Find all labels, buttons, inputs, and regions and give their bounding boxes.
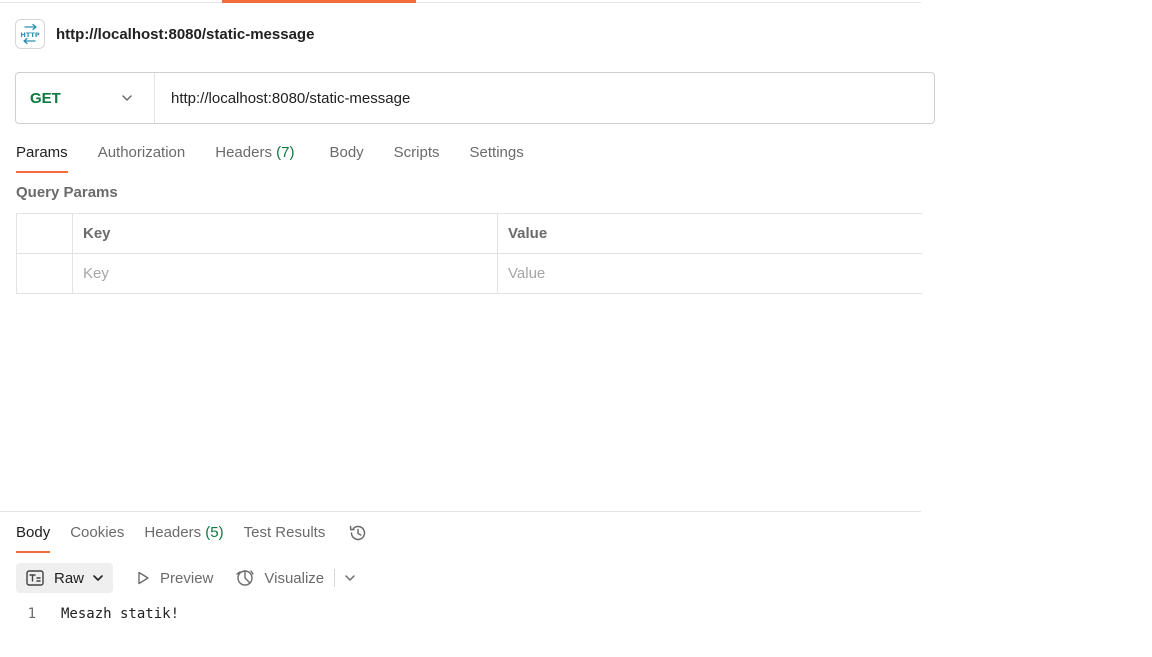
http-request-icon: HTTP	[15, 19, 45, 49]
response-divider[interactable]	[0, 511, 921, 512]
response-body-line: 1 Mesazh statik!	[16, 604, 179, 624]
value-cell	[497, 253, 922, 294]
tab-label: Test Results	[243, 524, 326, 541]
tab-params[interactable]: Params	[16, 139, 68, 173]
top-divider	[0, 2, 921, 3]
method-label: GET	[30, 89, 61, 107]
url-input[interactable]	[155, 73, 934, 123]
line-number: 1	[27, 606, 36, 622]
history-icon[interactable]	[347, 522, 369, 544]
tab-label: Headers	[215, 144, 272, 161]
visualize-icon	[236, 570, 255, 586]
tab-headers[interactable]: Headers (7)	[215, 139, 294, 173]
chevron-down-icon	[122, 95, 132, 101]
headers-count-badge: (7)	[276, 144, 295, 161]
more-options-button[interactable]	[343, 571, 357, 585]
table-header-row: Key Value	[16, 213, 922, 254]
request-tabs: Params Authorization Headers (7) Body Sc…	[16, 139, 554, 173]
line-text[interactable]: Mesazh statik!	[61, 606, 179, 622]
tab-label: Settings	[469, 144, 524, 161]
toolbar-divider	[334, 569, 336, 587]
tab-cookies[interactable]: Cookies	[70, 519, 124, 553]
row-checkbox-cell[interactable]	[16, 253, 73, 294]
tab-label: Cookies	[70, 524, 125, 541]
tab-authorization[interactable]: Authorization	[98, 139, 186, 173]
table-row	[16, 253, 922, 294]
format-select-button[interactable]: Raw	[16, 563, 114, 593]
tab-scripts[interactable]: Scripts	[394, 139, 440, 173]
format-label: Raw	[54, 569, 85, 587]
visualize-label: Visualize	[264, 569, 325, 587]
tab-test-results[interactable]: Test Results	[244, 519, 326, 553]
tab-label: Params	[16, 144, 68, 161]
param-key-input[interactable]	[83, 265, 487, 282]
tab-label: Authorization	[97, 144, 186, 161]
method-select[interactable]: GET	[16, 73, 155, 123]
request-title[interactable]: http://localhost:8080/static-message	[56, 26, 314, 43]
tab-label: Headers	[144, 524, 202, 541]
query-params-table: Key Value	[16, 213, 922, 294]
tab-label: Body	[329, 144, 364, 161]
key-cell	[72, 253, 498, 294]
param-value-input[interactable]	[508, 265, 912, 282]
chevron-down-icon	[345, 575, 355, 581]
tab-response-body[interactable]: Body	[16, 519, 51, 553]
visualize-button[interactable]: Visualize	[235, 563, 324, 593]
tab-body[interactable]: Body	[329, 139, 363, 173]
preview-label: Preview	[160, 569, 214, 587]
chevron-down-icon	[93, 575, 103, 581]
play-icon	[138, 571, 149, 585]
response-toolbar: Raw Preview Visualize	[16, 563, 357, 593]
tab-settings[interactable]: Settings	[470, 139, 524, 173]
url-bar: GET	[15, 72, 935, 124]
preview-button[interactable]: Preview	[135, 563, 213, 593]
checkbox-column-header	[16, 213, 73, 254]
value-column-header: Value	[497, 213, 922, 254]
response-tabs: Body Cookies Headers (5) Test Results	[16, 519, 369, 553]
key-column-header: Key	[72, 213, 498, 254]
query-params-title: Query Params	[16, 184, 118, 201]
tab-label: Scripts	[393, 144, 440, 161]
tab-label: Body	[16, 524, 51, 541]
response-headers-count-badge: (5)	[205, 524, 224, 541]
request-header: HTTP http://localhost:8080/static-messag…	[15, 18, 314, 50]
text-format-icon	[26, 570, 44, 586]
tab-response-headers[interactable]: Headers (5)	[144, 519, 223, 553]
request-workspace: HTTP http://localhost:8080/static-messag…	[0, 0, 935, 657]
svg-text:HTTP: HTTP	[20, 31, 39, 39]
active-tab-indicator	[222, 0, 416, 3]
